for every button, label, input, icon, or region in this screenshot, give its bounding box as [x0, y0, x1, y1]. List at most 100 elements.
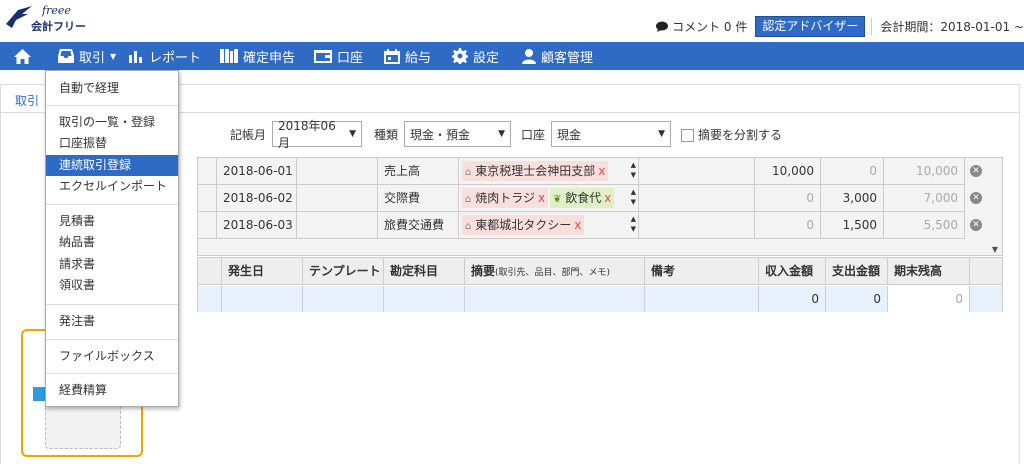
template-cell[interactable]: [297, 212, 378, 239]
new-entry-table: 発生日 テンプレート 勘定科目 摘要(取引先、品目、部門、メモ) 備考 収入金額…: [197, 257, 1003, 312]
split-memo-toggle[interactable]: 摘要を分割する: [681, 126, 782, 143]
remove-tag-icon[interactable]: x: [604, 191, 611, 205]
note-cell[interactable]: [639, 158, 755, 185]
logo-script: freee: [42, 4, 71, 17]
header-actions: [970, 258, 1002, 285]
fiscal-period[interactable]: 会計期間：2018-01-01 ~: [871, 17, 1024, 35]
wallet-icon: [314, 50, 332, 63]
account-cell[interactable]: 交際費: [378, 185, 459, 212]
month-select[interactable]: 2018年06月 ▼: [272, 119, 363, 150]
income-cell[interactable]: 0: [755, 212, 821, 239]
nav-accounts[interactable]: 口座: [314, 42, 363, 70]
tag[interactable]: ⌂ 東都城北タクシー x: [462, 215, 585, 235]
memo-cell[interactable]: ⌂ 東都城北タクシー x ▲ ▼: [459, 212, 639, 239]
remove-tag-icon[interactable]: x: [574, 218, 581, 232]
new-row-actions: [970, 286, 1002, 312]
new-expense-input[interactable]: 0: [826, 286, 888, 312]
nav-settings[interactable]: 設定: [452, 42, 499, 70]
menu-item-delivery-notes[interactable]: 納品書: [46, 232, 178, 253]
delete-row-icon[interactable]: ✕: [970, 165, 982, 177]
speech-bubble-icon: [656, 21, 669, 32]
nav-tax-return[interactable]: 確定申告: [220, 42, 295, 70]
expense-cell[interactable]: 1,500: [821, 212, 884, 239]
nav-reports[interactable]: レポート: [128, 42, 201, 70]
account-cell[interactable]: 旅費交通費: [378, 212, 459, 239]
delete-row-icon[interactable]: ✕: [970, 219, 982, 231]
expense-cell[interactable]: 0: [821, 158, 884, 185]
menu-item-transfer[interactable]: 口座振替: [46, 133, 178, 154]
date-cell[interactable]: 2018-06-03: [217, 212, 297, 239]
balance-cell: 10,000: [884, 158, 965, 185]
new-date-input[interactable]: [222, 286, 303, 312]
tag[interactable]: ⌂ 東京税理士会神田支部 x: [462, 161, 609, 181]
row-handle[interactable]: [198, 212, 217, 239]
income-cell[interactable]: 10,000: [755, 158, 821, 185]
new-memo-input[interactable]: [465, 286, 645, 312]
header-memo-hint: (取引先、品目、部門、メモ): [495, 268, 611, 278]
nav-label: 確定申告: [243, 50, 296, 66]
note-cell[interactable]: [639, 212, 755, 239]
menu-item-invoices[interactable]: 請求書: [46, 254, 178, 275]
main-nav: 取引 ▼ レポート 確定申告 口座 給与 設定 顧客管理: [0, 42, 1024, 70]
header-balance: 期末残高: [888, 258, 970, 285]
note-cell[interactable]: [639, 185, 755, 212]
menu-item-file-box[interactable]: ファイルボックス: [46, 346, 178, 367]
remove-tag-icon[interactable]: x: [598, 164, 605, 178]
comment-link[interactable]: コメント 0 件: [656, 18, 747, 35]
account-value: 現金: [557, 127, 582, 142]
scroll-down-icon[interactable]: ▼: [992, 245, 998, 254]
template-cell[interactable]: [297, 158, 378, 185]
menu-item-expense-settlement[interactable]: 経費精算: [46, 380, 178, 401]
date-cell[interactable]: 2018-06-02: [217, 185, 297, 212]
new-note-input[interactable]: [645, 286, 759, 312]
menu-item-quotes[interactable]: 見積書: [46, 211, 178, 232]
nav-transactions[interactable]: 取引 ▼: [58, 42, 116, 70]
menu-item-excel-import[interactable]: エクセルインポート: [46, 176, 178, 197]
entries-table: 2018-06-01 売上高 ⌂ 東京税理士会神田支部 x ▲ ▼ 10,000 0…: [197, 157, 1003, 256]
menu-item-purchase-orders[interactable]: 発注書: [46, 311, 178, 332]
expense-cell[interactable]: 3,000: [821, 185, 884, 212]
spinner-icon[interactable]: ▲ ▼: [631, 187, 636, 207]
nav-label: 取引: [79, 50, 106, 66]
remove-tag-icon[interactable]: x: [538, 191, 545, 205]
spinner-icon[interactable]: ▲ ▼: [631, 214, 636, 234]
row-handle[interactable]: [198, 158, 217, 185]
memo-cell[interactable]: ⌂ 東京税理士会神田支部 x ▲ ▼: [459, 158, 639, 185]
date-cell[interactable]: 2018-06-01: [217, 158, 297, 185]
spinner-icon[interactable]: ▲ ▼: [631, 160, 636, 180]
chevron-down-icon: ▼: [110, 51, 117, 61]
transactions-dropdown-menu: 自動で経理 取引の一覧・登録 口座振替 連続取引登録 エクセルインポート 見積書…: [45, 70, 179, 407]
tag[interactable]: ⌂ 焼肉トラジ x: [462, 188, 549, 208]
nav-home[interactable]: [14, 42, 31, 70]
template-cell[interactable]: [297, 185, 378, 212]
account-select[interactable]: 現金 ▼: [551, 121, 672, 147]
new-row-handle[interactable]: [198, 286, 222, 312]
menu-item-receipts[interactable]: 領収書: [46, 275, 178, 296]
income-cell[interactable]: 0: [755, 185, 821, 212]
memo-cell[interactable]: ⌂ 焼肉トラジ x ❦ 飲食代 x ▲ ▼: [459, 185, 639, 212]
nav-payroll[interactable]: 給与: [384, 42, 431, 70]
table-row[interactable]: 2018-06-02 交際費 ⌂ 焼肉トラジ x ❦ 飲食代 x ▲ ▼ 0 3,000…: [198, 185, 988, 212]
new-income-input[interactable]: 0: [759, 286, 826, 312]
type-select[interactable]: 現金・預金 ▼: [404, 121, 512, 147]
advisor-button[interactable]: 認定アドバイザー: [755, 15, 866, 37]
filter-bar: 記帳月 2018年06月 ▼ 種類 現金・預金 ▼ 口座 現金 ▼ 摘要を分割する: [230, 119, 782, 150]
new-template-input[interactable]: [303, 286, 384, 312]
menu-item-batch-entry[interactable]: 連続取引登録: [46, 155, 178, 176]
split-memo-checkbox[interactable]: [681, 128, 695, 142]
menu-item-transaction-list[interactable]: 取引の一覧・登録: [46, 112, 178, 133]
row-handle[interactable]: [198, 185, 217, 212]
nav-customers[interactable]: 顧客管理: [522, 42, 593, 70]
new-account-input[interactable]: [384, 286, 465, 312]
table-row[interactable]: 2018-06-03 旅費交通費 ⌂ 東都城北タクシー x ▲ ▼ 0 1,500 …: [198, 212, 988, 239]
account-cell[interactable]: 売上高: [378, 158, 459, 185]
header-template: テンプレート: [303, 258, 384, 285]
delete-row-icon[interactable]: ✕: [970, 192, 982, 204]
chevron-down-icon: ▼: [658, 129, 666, 139]
nav-label: 給与: [405, 50, 432, 66]
tag[interactable]: ❦ 飲食代 x: [550, 188, 615, 208]
freee-logo[interactable]: freee 会計フリー: [4, 4, 114, 34]
table-row[interactable]: 2018-06-01 売上高 ⌂ 東京税理士会神田支部 x ▲ ▼ 10,000 0…: [198, 158, 988, 185]
breadcrumb[interactable]: 取引: [15, 92, 39, 109]
menu-item-auto-bookkeeping[interactable]: 自動で経理: [46, 78, 178, 99]
